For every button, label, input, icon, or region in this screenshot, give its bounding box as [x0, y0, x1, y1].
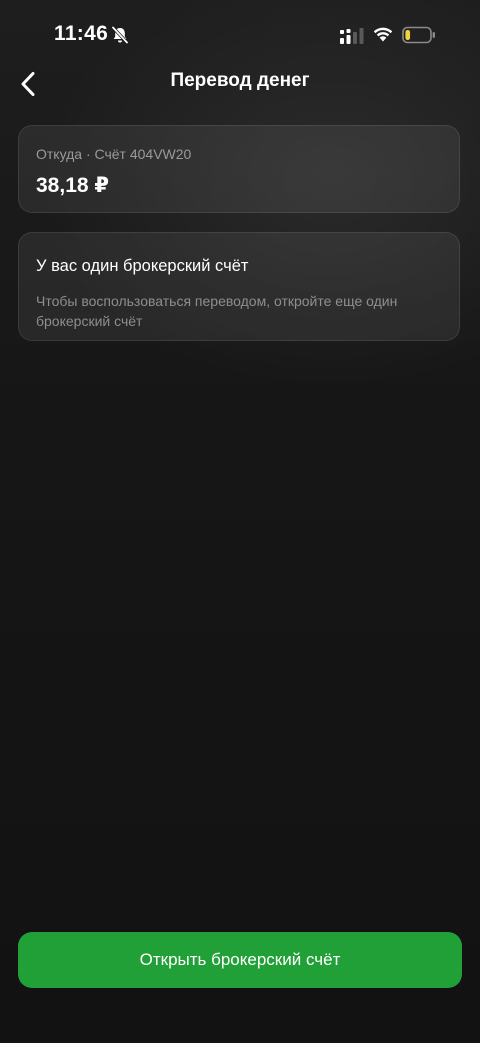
- source-account-card[interactable]: Откуда · Счёт 404VW20 38,18 ₽: [18, 125, 460, 213]
- status-bar: 11:46: [0, 0, 480, 70]
- page-title: Перевод денег: [170, 70, 310, 91]
- status-time: 11:46: [54, 22, 109, 45]
- notice-text: Чтобы воспользоваться переводом, откройт…: [36, 293, 398, 329]
- source-account-label: Откуда · Счёт 404VW20: [36, 146, 192, 162]
- open-brokerage-account-button[interactable]: Открыть брокерский счёт: [18, 932, 462, 988]
- notice-title: У вас один брокерский счёт: [36, 257, 249, 275]
- bell-slash-icon: [111, 25, 129, 45]
- battery-fill: [405, 30, 411, 40]
- navigation-bar: Перевод денег: [0, 62, 480, 102]
- wifi-icon: [373, 27, 393, 42]
- source-account-balance: 38,18 ₽: [36, 174, 109, 197]
- single-account-notice: У вас один брокерский счёт Чтобы восполь…: [18, 232, 460, 341]
- battery-icon: [402, 26, 435, 44]
- cellular-signal-icon: [340, 28, 364, 44]
